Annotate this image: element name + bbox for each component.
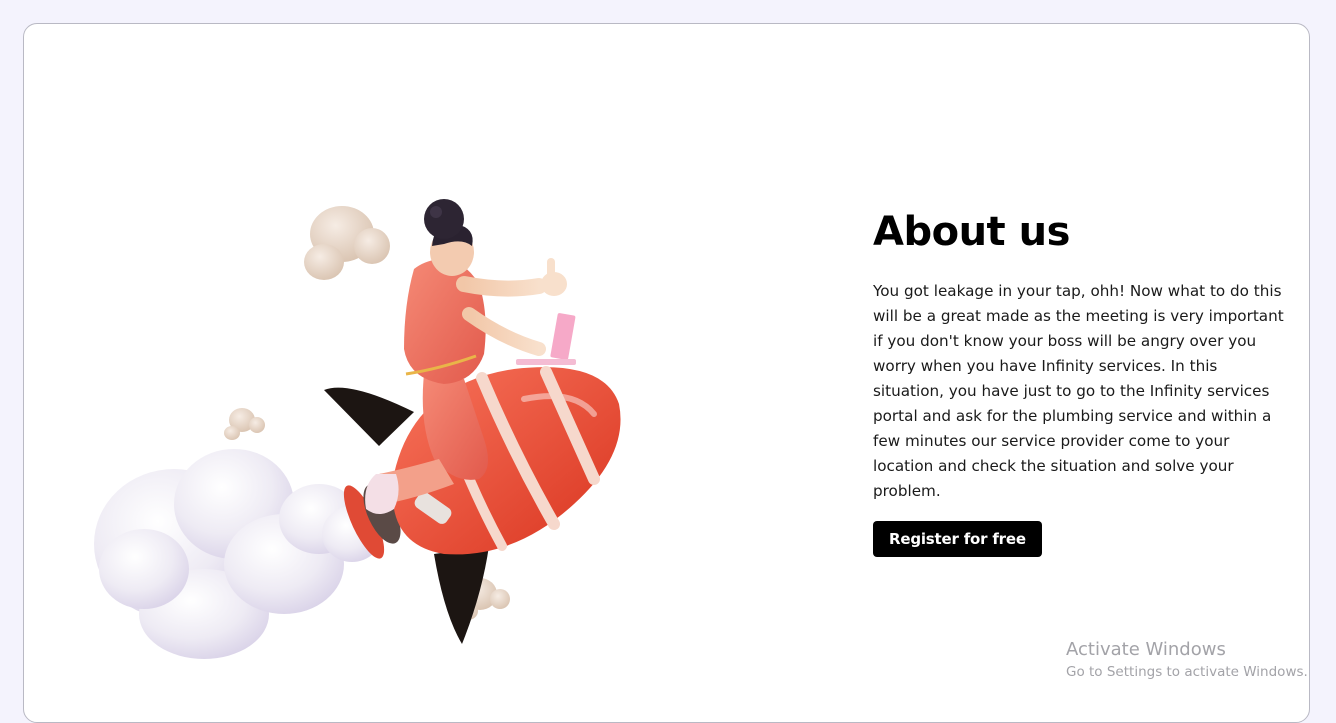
- exhaust-cloud: [94, 449, 382, 659]
- watermark-title: Activate Windows: [1066, 639, 1226, 660]
- about-card: About us You got leakage in your tap, oh…: [23, 23, 1310, 723]
- small-cloud-left: [224, 408, 265, 440]
- about-description: You got leakage in your tap, ohh! Now wh…: [873, 282, 1284, 500]
- rocket-rider-illustration: [84, 174, 664, 694]
- about-content: About us You got leakage in your tap, oh…: [873, 207, 1288, 557]
- about-heading: About us: [873, 209, 1070, 255]
- watermark-subtitle: Go to Settings to activate Windows.: [1066, 664, 1308, 680]
- register-button[interactable]: Register for free: [873, 521, 1042, 557]
- activate-windows-watermark: Activate Windows Go to Settings to activ…: [1066, 638, 1308, 682]
- small-cloud-top: [304, 206, 390, 280]
